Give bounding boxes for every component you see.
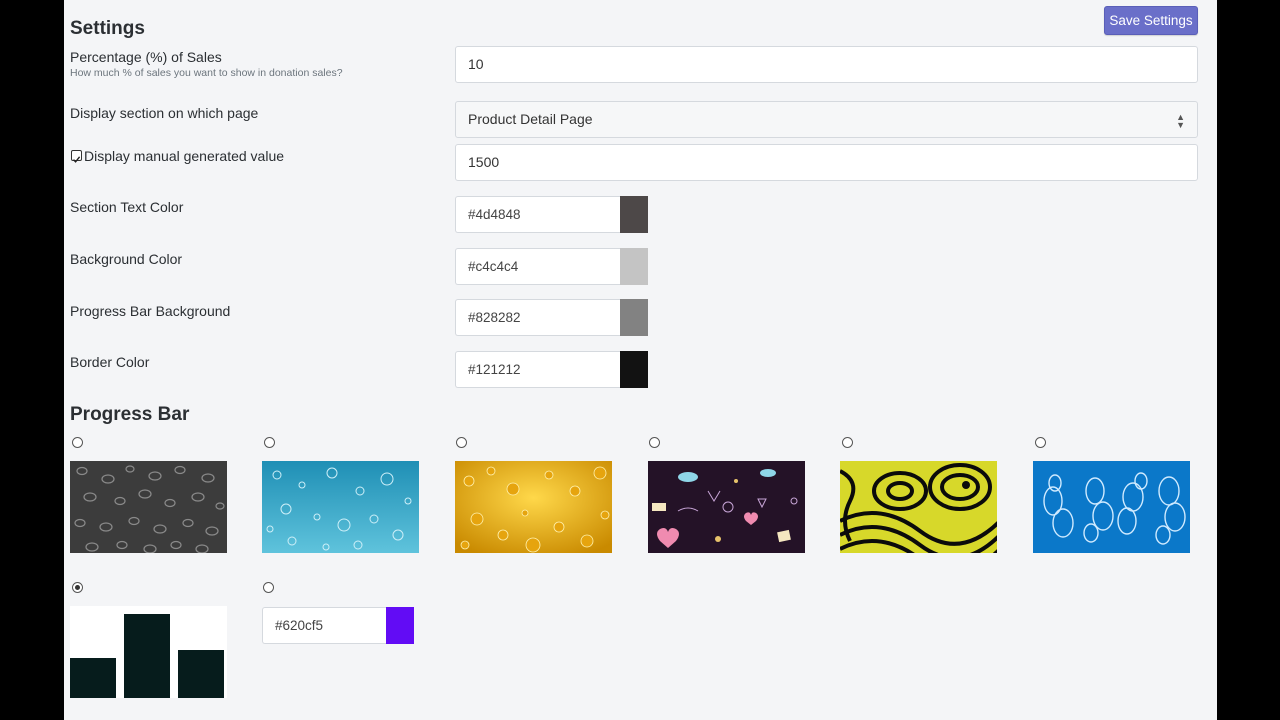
bar-graph-pattern-image[interactable] (70, 606, 227, 698)
display-page-select[interactable]: Product Detail Page ▲ ▼ (455, 101, 1198, 138)
golden-bubbles-pattern-image[interactable] (455, 461, 612, 553)
blue-water-bubbles-pattern-image[interactable] (262, 461, 419, 553)
percentage-label: Percentage (%) of Sales (70, 49, 222, 65)
pattern-radio-blue-rings[interactable] (1035, 437, 1046, 448)
percentage-help-text: How much % of sales you want to show in … (70, 67, 343, 79)
dark-bubbles-pattern-image[interactable] (70, 461, 227, 553)
save-settings-button[interactable]: Save Settings (1104, 6, 1198, 35)
manual-value-input[interactable]: 1500 (455, 144, 1198, 181)
pattern-radio-doodle-hearts[interactable] (649, 437, 660, 448)
percentage-input[interactable]: 10 (455, 46, 1198, 83)
doodle-hearts-pattern-image[interactable] (648, 461, 805, 553)
border-color-label: Border Color (70, 354, 150, 370)
pattern-radio-golden-bubbles[interactable] (456, 437, 467, 448)
progress-bar-title: Progress Bar (70, 404, 190, 425)
progress-bar-background-swatch[interactable] (620, 299, 648, 336)
border-color-input[interactable]: #121212 (455, 351, 620, 388)
pattern-radio-dark-bubbles[interactable] (72, 437, 83, 448)
section-text-color-swatch[interactable] (620, 196, 648, 233)
settings-title: Settings (70, 18, 145, 39)
yellow-psychedelic-pattern-image[interactable] (840, 461, 997, 553)
manual-value-checkbox[interactable] (71, 150, 82, 163)
blue-rings-pattern-image[interactable] (1033, 461, 1190, 553)
border-color-swatch[interactable] (620, 351, 648, 388)
section-text-color-input[interactable]: #4d4848 (455, 196, 620, 233)
display-page-selected-value: Product Detail Page (468, 111, 593, 127)
progress-bar-background-input[interactable]: #828282 (455, 299, 620, 336)
settings-panel: Settings Save Settings Percentage (%) of… (64, 0, 1217, 720)
manual-value-label: Display manual generated value (84, 148, 285, 164)
pattern-radio-custom-color[interactable] (263, 582, 274, 593)
pattern-radio-bar-graph[interactable] (72, 582, 83, 593)
background-color-label: Background Color (70, 251, 183, 267)
section-text-color-label: Section Text Color (70, 199, 184, 215)
checkmark-icon (72, 156, 81, 163)
display-page-label: Display section on which page (70, 105, 259, 121)
pattern-radio-yellow-psychedelic[interactable] (842, 437, 853, 448)
background-color-swatch[interactable] (620, 248, 648, 285)
pattern-radio-blue-water-bubbles[interactable] (264, 437, 275, 448)
background-color-input[interactable]: #c4c4c4 (455, 248, 620, 285)
custom-progress-color-input[interactable]: #620cf5 (262, 607, 386, 644)
select-arrows-icon: ▲ ▼ (1176, 112, 1185, 130)
custom-progress-color-swatch[interactable] (386, 607, 414, 644)
progress-bar-background-label: Progress Bar Background (70, 303, 231, 319)
